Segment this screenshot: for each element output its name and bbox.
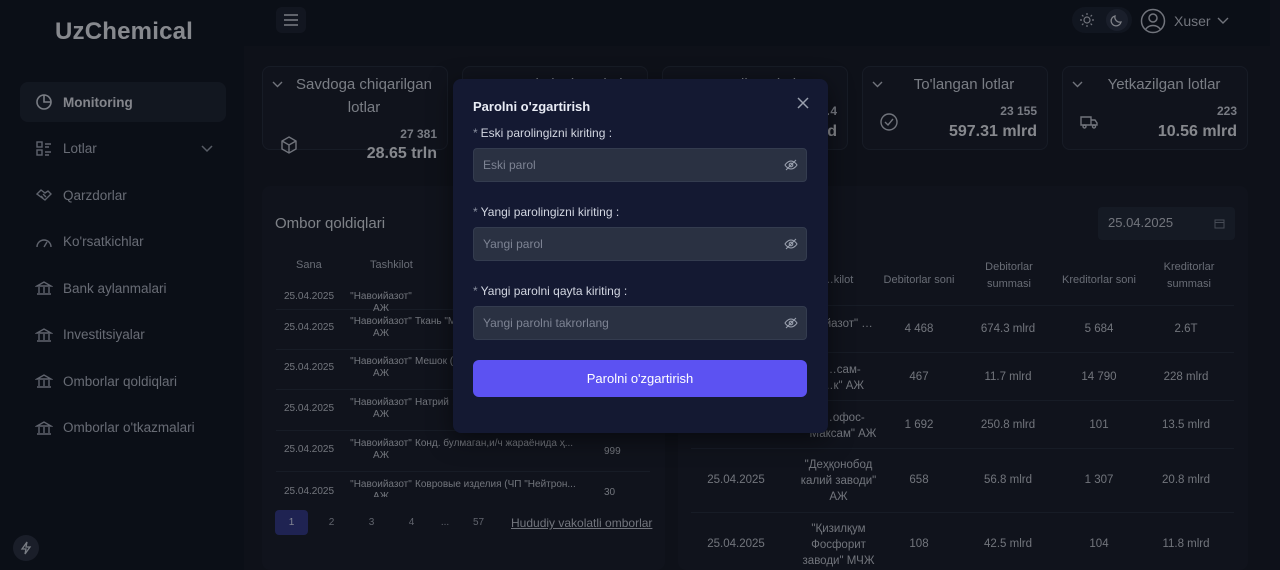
repeat-password-label: * Yangi parolni qayta kiriting : bbox=[473, 284, 628, 298]
change-password-modal: Parolni o'zgartirish * Eski parolingizni … bbox=[453, 79, 828, 433]
eye-off-icon[interactable] bbox=[784, 158, 798, 172]
eye-off-icon[interactable] bbox=[784, 316, 798, 330]
repeat-password-input[interactable] bbox=[473, 306, 807, 340]
change-password-button[interactable]: Parolni o'zgartirish bbox=[473, 360, 807, 397]
old-password-input[interactable] bbox=[473, 148, 807, 182]
eye-off-icon[interactable] bbox=[784, 237, 798, 251]
new-password-label: * Yangi parolingizni kiriting : bbox=[473, 205, 620, 219]
close-icon[interactable] bbox=[795, 95, 811, 111]
old-password-label: * Eski parolingizni kiriting : bbox=[473, 126, 613, 140]
new-password-input[interactable] bbox=[473, 227, 807, 261]
modal-title: Parolni o'zgartirish bbox=[473, 99, 591, 114]
